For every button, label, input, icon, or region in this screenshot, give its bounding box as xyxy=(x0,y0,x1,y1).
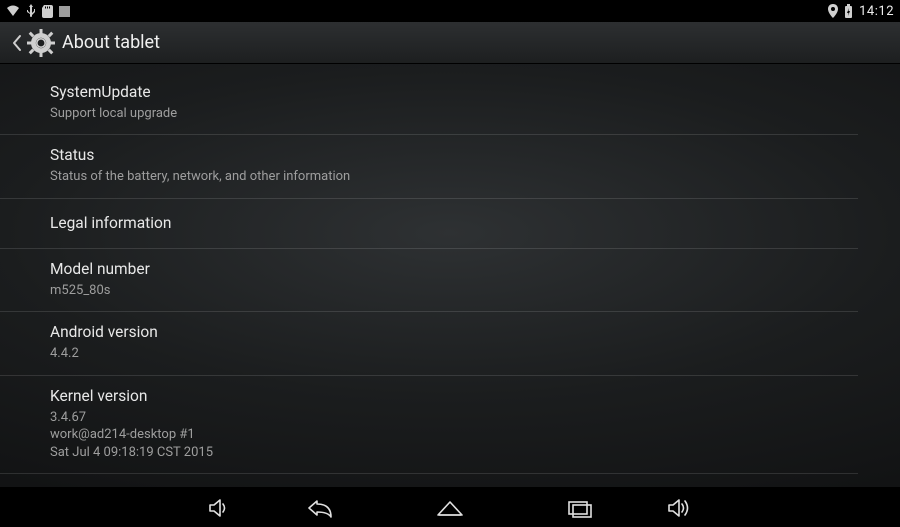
item-build-number[interactable]: Build number ALPS.KK1.MP10.V1.6 xyxy=(0,474,858,487)
app-notify-icon xyxy=(59,6,70,17)
sd-card-icon xyxy=(42,5,53,18)
status-bar: 14:12 xyxy=(0,0,900,22)
item-model-number[interactable]: Model number m525_80s xyxy=(0,249,858,312)
item-subtitle: Support local upgrade xyxy=(50,105,858,123)
item-subtitle: 3.4.67 work@ad214-desktop #1 Sat Jul 4 0… xyxy=(50,409,858,462)
status-time: 14:12 xyxy=(859,4,894,19)
item-title: SystemUpdate xyxy=(50,82,858,103)
about-list: SystemUpdate Support local upgrade Statu… xyxy=(0,64,900,487)
item-title: Status xyxy=(50,145,858,166)
wifi-icon xyxy=(6,5,20,17)
header: About tablet xyxy=(0,22,900,64)
location-icon xyxy=(828,4,838,18)
item-subtitle: m525_80s xyxy=(50,282,858,300)
item-kernel-version[interactable]: Kernel version 3.4.67 work@ad214-desktop… xyxy=(0,376,858,475)
volume-down-button[interactable] xyxy=(200,488,240,527)
back-nav-button[interactable] xyxy=(300,488,340,527)
item-title: Android version xyxy=(50,322,858,343)
item-status[interactable]: Status Status of the battery, network, a… xyxy=(0,135,858,198)
item-title: Legal information xyxy=(50,213,858,234)
volume-up-button[interactable] xyxy=(660,488,700,527)
back-button[interactable] xyxy=(8,34,26,52)
navigation-bar xyxy=(0,487,900,527)
usb-icon xyxy=(26,4,36,18)
home-nav-button[interactable] xyxy=(430,488,470,527)
item-subtitle: Status of the battery, network, and othe… xyxy=(50,168,858,186)
item-system-update[interactable]: SystemUpdate Support local upgrade xyxy=(0,72,858,135)
item-android-version[interactable]: Android version 4.4.2 xyxy=(0,312,858,375)
page-title: About tablet xyxy=(62,32,160,53)
settings-gear-icon xyxy=(26,28,56,58)
item-title: Model number xyxy=(50,259,858,280)
battery-charging-icon xyxy=(844,4,853,18)
item-legal-information[interactable]: Legal information xyxy=(0,199,858,249)
recents-nav-button[interactable] xyxy=(560,488,600,527)
item-subtitle: 4.4.2 xyxy=(50,345,858,363)
item-title: Kernel version xyxy=(50,386,858,407)
